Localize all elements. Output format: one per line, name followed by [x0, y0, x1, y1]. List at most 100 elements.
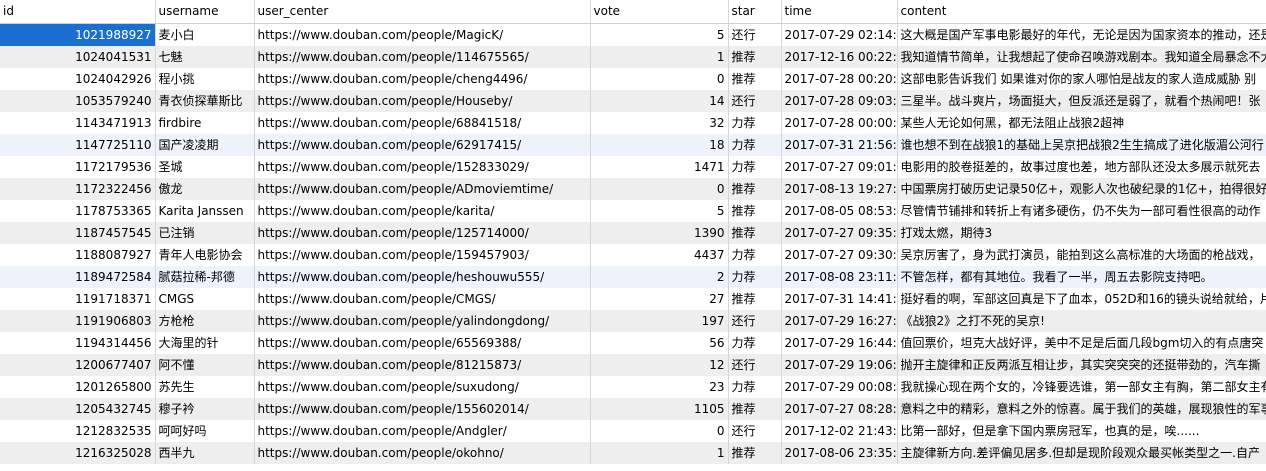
cell-user-center[interactable]: https://www.douban.com/people/Houseby/	[254, 89, 591, 112]
cell-id[interactable]: 1200677407	[0, 353, 156, 376]
cell-id[interactable]: 1188087927	[0, 243, 156, 266]
cell-content[interactable]: 《战狼2》之打不死的吴京!	[897, 309, 1266, 332]
cell-vote[interactable]: 2	[590, 265, 729, 288]
cell-user-center[interactable]: https://www.douban.com/people/65569388/	[254, 331, 591, 354]
cell-user-center[interactable]: https://www.douban.com/people/ADmoviemti…	[254, 177, 591, 200]
column-header-star[interactable]: star	[728, 0, 782, 24]
cell-user-center[interactable]: https://www.douban.com/people/cheng4496/	[254, 67, 591, 90]
table-row[interactable]: 1021988927 麦小白 https://www.douban.com/peop…	[0, 23, 1266, 46]
cell-time[interactable]: 2017-12-02 21:43:0	[781, 419, 898, 442]
cell-content[interactable]: 谁也想不到在战狼1的基础上吴京把战狼2生生搞成了进化版湄公河行	[897, 133, 1266, 156]
cell-username[interactable]: Karita Janssen	[155, 199, 255, 222]
column-header-id[interactable]: id	[0, 0, 156, 24]
cell-vote[interactable]: 23	[590, 375, 729, 398]
cell-time[interactable]: 2017-08-05 08:53:5	[781, 199, 898, 222]
cell-content[interactable]: 三星半。战斗爽片，场面挺大，但反派还是弱了，就看个热闹吧！张	[897, 89, 1266, 112]
cell-username[interactable]: 傲龙	[155, 177, 255, 200]
table-row[interactable]: 1147725110 国产凌凌期 https://www.douban.com/pe…	[0, 133, 1266, 156]
cell-time[interactable]: 2017-07-27 09:01:5	[781, 155, 898, 178]
table-row[interactable]: 1172322456 傲龙 https://www.douban.com/peopl…	[0, 177, 1266, 200]
cell-star[interactable]: 力荐	[728, 133, 782, 156]
cell-id[interactable]: 1147725110	[0, 133, 156, 156]
cell-time[interactable]: 2017-08-08 23:11:1	[781, 265, 898, 288]
cell-user-center[interactable]: https://www.douban.com/people/CMGS/	[254, 287, 591, 310]
cell-star[interactable]: 推荐	[728, 45, 782, 68]
cell-content[interactable]: 吴京厉害了，身为武打演员，能拍到这么高标准的大场面的枪战戏，	[897, 243, 1266, 266]
cell-content[interactable]: 某些人无论如何黑，都无法阻止战狼2超神	[897, 111, 1266, 134]
cell-star[interactable]: 还行	[728, 89, 782, 112]
cell-time[interactable]: 2017-07-29 02:14:3	[781, 23, 898, 46]
cell-user-center[interactable]: https://www.douban.com/people/karita/	[254, 199, 591, 222]
cell-id[interactable]: 1143471913	[0, 111, 156, 134]
cell-id[interactable]: 1205432745	[0, 397, 156, 420]
cell-vote[interactable]: 5	[590, 199, 729, 222]
cell-time[interactable]: 2017-07-28 00:20:3	[781, 67, 898, 90]
cell-id[interactable]: 1053579240	[0, 89, 156, 112]
cell-content[interactable]: 不管怎样，都有其地位。我看了一半，周五去影院支持吧。	[897, 265, 1266, 288]
cell-star[interactable]: 推荐	[728, 199, 782, 222]
cell-star[interactable]: 力荐	[728, 331, 782, 354]
cell-content[interactable]: 中国票房打破历史记录50亿+，观影人次也破纪录的1亿+，拍得很好	[897, 177, 1266, 200]
table-row[interactable]: 1194314456 大海里的针 https://www.douban.com/pe…	[0, 331, 1266, 354]
table-row[interactable]: 1053579240 青衣侦探華斯比 https://www.douban.com/…	[0, 89, 1266, 112]
cell-vote[interactable]: 197	[590, 309, 729, 332]
cell-username[interactable]: 国产凌凌期	[155, 133, 255, 156]
table-row[interactable]: 1187457545 已注销 https://www.douban.com/peop…	[0, 221, 1266, 244]
cell-content[interactable]: 我就操心现在两个女的，冷锋要选谁，第一部女主有胸，第二部女主有	[897, 375, 1266, 398]
cell-user-center[interactable]: https://www.douban.com/people/125714000/	[254, 221, 591, 244]
cell-user-center[interactable]: https://www.douban.com/people/Andgler/	[254, 419, 591, 442]
table-row[interactable]: 1205432745 穆子衿 https://www.douban.com/peop…	[0, 397, 1266, 420]
cell-vote[interactable]: 56	[590, 331, 729, 354]
cell-id[interactable]: 1172322456	[0, 177, 156, 200]
column-header-time[interactable]: time	[781, 0, 898, 24]
cell-id[interactable]: 1191718371	[0, 287, 156, 310]
cell-time[interactable]: 2017-12-16 00:22:1	[781, 45, 898, 68]
cell-content[interactable]: 这大概是国产军事电影最好的年代，无论是因为国家资本的推动，还是	[897, 23, 1266, 46]
cell-star[interactable]: 推荐	[728, 287, 782, 310]
cell-username[interactable]: 七魅	[155, 45, 255, 68]
cell-star[interactable]: 力荐	[728, 243, 782, 266]
cell-id[interactable]: 1178753365	[0, 199, 156, 222]
cell-user-center[interactable]: https://www.douban.com/people/159457903/	[254, 243, 591, 266]
cell-username[interactable]: 麦小白	[155, 23, 255, 46]
cell-username[interactable]: firdbire	[155, 111, 255, 134]
cell-content[interactable]: 主旋律新方向.差评偏见居多.但却是现阶段观众最买帐类型之一.自产	[897, 441, 1266, 464]
cell-user-center[interactable]: https://www.douban.com/people/yalindongd…	[254, 309, 591, 332]
cell-vote[interactable]: 1	[590, 45, 729, 68]
cell-username[interactable]: 苏先生	[155, 375, 255, 398]
cell-time[interactable]: 2017-07-27 09:30:4	[781, 243, 898, 266]
cell-user-center[interactable]: https://www.douban.com/people/152833029/	[254, 155, 591, 178]
column-header-content[interactable]: content	[897, 0, 1266, 24]
cell-username[interactable]: 西半九	[155, 441, 255, 464]
cell-id[interactable]: 1024041531	[0, 45, 156, 68]
cell-vote[interactable]: 1471	[590, 155, 729, 178]
cell-time[interactable]: 2017-07-27 09:35:2	[781, 221, 898, 244]
cell-user-center[interactable]: https://www.douban.com/people/suxudong/	[254, 375, 591, 398]
cell-star[interactable]: 推荐	[728, 177, 782, 200]
column-header-username[interactable]: username	[155, 0, 255, 24]
table-row[interactable]: 1143471913 firdbire https://www.douban.com…	[0, 111, 1266, 134]
cell-time[interactable]: 2017-07-29 16:27:0	[781, 309, 898, 332]
cell-time[interactable]: 2017-07-28 09:03:1	[781, 89, 898, 112]
cell-vote[interactable]: 1105	[590, 397, 729, 420]
cell-user-center[interactable]: https://www.douban.com/people/81215873/	[254, 353, 591, 376]
cell-star[interactable]: 推荐	[728, 397, 782, 420]
cell-id[interactable]: 1024042926	[0, 67, 156, 90]
cell-time[interactable]: 2017-08-13 19:27:5	[781, 177, 898, 200]
table-row[interactable]: 1189472584 腻菇拉稀-邦德 https://www.douban.com/…	[0, 265, 1266, 288]
cell-star[interactable]: 还行	[728, 353, 782, 376]
cell-star[interactable]: 推荐	[728, 221, 782, 244]
cell-username[interactable]: 呵呵好吗	[155, 419, 255, 442]
cell-content[interactable]: 意料之中的精彩，意料之外的惊喜。属于我们的英雄，展现狼性的军事	[897, 397, 1266, 420]
cell-star[interactable]: 力荐	[728, 375, 782, 398]
column-header-vote[interactable]: vote	[590, 0, 729, 24]
cell-vote[interactable]: 0	[590, 419, 729, 442]
cell-star[interactable]: 力荐	[728, 155, 782, 178]
cell-time[interactable]: 2017-07-28 00:00:0	[781, 111, 898, 134]
cell-star[interactable]: 力荐	[728, 111, 782, 134]
table-row[interactable]: 1024042926 程小挑 https://www.douban.com/peop…	[0, 67, 1266, 90]
cell-content[interactable]: 我知道情节简单，让我想起了使命召唤游戏剧本。我知道全局暴念不大	[897, 45, 1266, 68]
table-row[interactable]: 1191906803 方枪枪 https://www.douban.com/peop…	[0, 309, 1266, 332]
cell-id[interactable]: 1189472584	[0, 265, 156, 288]
table-row[interactable]: 1201265800 苏先生 https://www.douban.com/peop…	[0, 375, 1266, 398]
